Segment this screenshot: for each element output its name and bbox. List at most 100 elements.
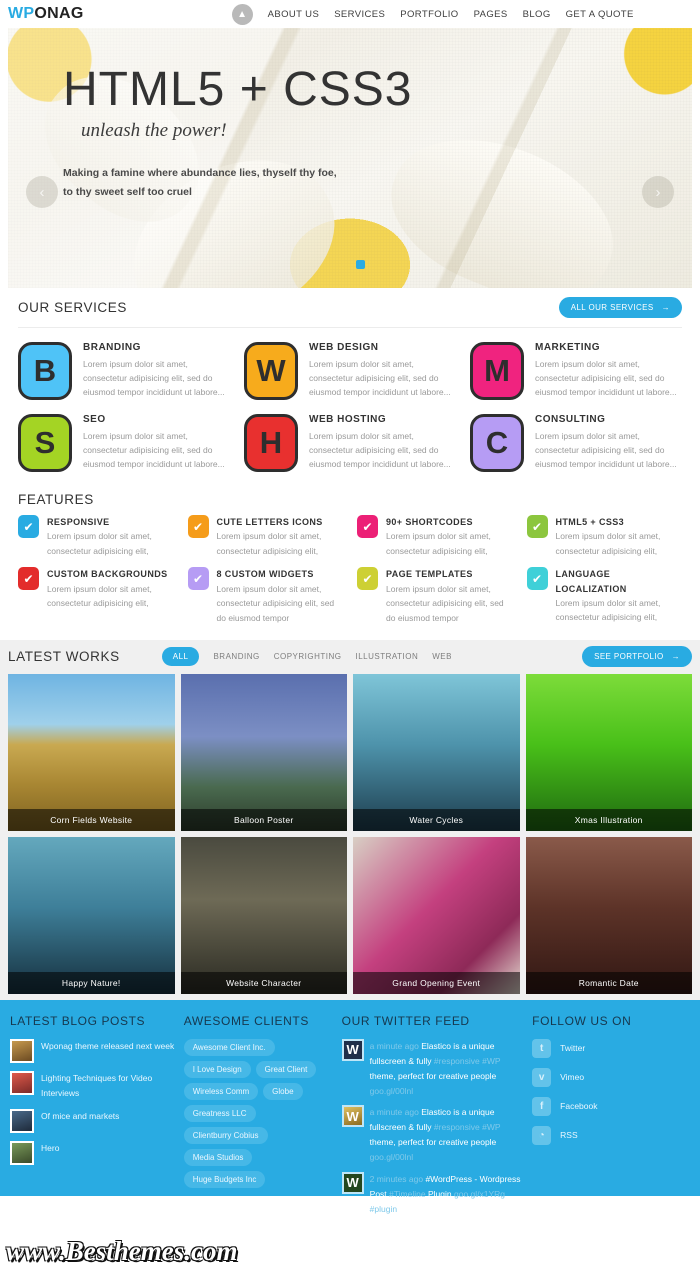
feature-name: 90+ SHORTCODES: [386, 517, 473, 527]
filter-copyrighting[interactable]: COPYRIGHTING: [274, 652, 342, 661]
client-tag[interactable]: Great Client: [255, 1060, 317, 1078]
slider-prev-arrow-icon[interactable]: ‹: [26, 176, 58, 208]
social-link-twitter[interactable]: t Twitter: [532, 1038, 690, 1058]
tweet-time: 2 minutes ago: [369, 1173, 424, 1184]
logo-part-1: WP: [8, 5, 35, 22]
nav-item-portfolio[interactable]: PORTFOLIO: [400, 9, 458, 20]
nav-item-get-a-quote[interactable]: GET A QUOTE: [566, 9, 634, 20]
blog-thumbnail: [10, 1070, 34, 1095]
feature-description: Lorem ipsum dolor sit amet, consectetur …: [47, 531, 152, 556]
work-item[interactable]: Romantic Date: [525, 836, 692, 994]
client-tag[interactable]: Greatness LLC: [183, 1104, 256, 1122]
service-description: Lorem ipsum dolor sit amet, consectetur …: [309, 431, 451, 470]
service-item[interactable]: M MARKETING Lorem ipsum dolor sit amet, …: [470, 342, 682, 400]
work-item[interactable]: Happy Nature!: [8, 836, 175, 994]
service-item[interactable]: W WEB DESIGN Lorem ipsum dolor sit amet,…: [244, 342, 456, 400]
tweet-hashtags[interactable]: #Timeline: [389, 1189, 426, 1199]
home-icon[interactable]: ▲: [231, 3, 253, 25]
feature-name: HTML5 + CSS3: [555, 517, 625, 527]
work-item[interactable]: Balloon Poster: [180, 673, 347, 831]
nav-item-blog[interactable]: BLOG: [523, 9, 551, 20]
client-tag[interactable]: Awesome Client Inc.: [183, 1038, 275, 1056]
service-item[interactable]: H WEB HOSTING Lorem ipsum dolor sit amet…: [244, 414, 456, 472]
feature-name: LANGUAGE LOCALIZATION: [555, 569, 627, 594]
social-link-vimeo[interactable]: v Vimeo: [532, 1067, 690, 1087]
feature-description: Lorem ipsum dolor sit amet, consectetur …: [216, 531, 322, 556]
social-link-rss[interactable]: ◔ RSS: [532, 1125, 690, 1145]
features-title: FEATURES: [18, 492, 94, 507]
nav-item-pages[interactable]: PAGES: [474, 9, 508, 20]
filter-branding[interactable]: BRANDING: [213, 652, 259, 661]
all-our-services-button[interactable]: ALL OUR SERVICES →: [558, 297, 682, 318]
tweet-hashtags[interactable]: #responsive #WP: [434, 1122, 500, 1132]
service-item[interactable]: B BRANDING Lorem ipsum dolor sit amet, c…: [18, 342, 230, 400]
check-icon: ✔: [526, 515, 548, 538]
blog-item-title: Lighting Techniques for Video Interviews: [41, 1072, 153, 1098]
services-grid: B BRANDING Lorem ipsum dolor sit amet, c…: [18, 328, 682, 486]
works-filters: ALL BRANDING COPYRIGHTING ILLUSTRATION W…: [161, 647, 452, 667]
blog-thumbnail: [10, 1038, 34, 1063]
tweet-link[interactable]: goo.gl/00lnl: [370, 1152, 413, 1162]
service-name: CONSULTING: [535, 414, 606, 425]
social-link-facebook[interactable]: f Facebook: [532, 1096, 690, 1116]
hero-subtitle: unleash the power!: [81, 120, 227, 141]
client-tag[interactable]: Media Studios: [183, 1148, 253, 1166]
check-icon: ✔: [526, 567, 548, 591]
tweet-link[interactable]: goo.gl/00lnl: [370, 1086, 413, 1096]
work-item[interactable]: Water Cycles: [353, 673, 520, 831]
client-tag[interactable]: Huge Budgets Inc: [183, 1170, 266, 1188]
feature-item: ✔ PAGE TEMPLATES Lorem ipsum dolor sit a…: [357, 567, 513, 625]
letter-icon-m: M: [470, 342, 524, 400]
slider-next-arrow-icon[interactable]: ›: [642, 176, 674, 208]
client-tag[interactable]: Wireless Comm: [183, 1082, 259, 1100]
filter-all[interactable]: ALL: [161, 647, 200, 667]
feature-item: ✔ CUSTOM BACKGROUNDS Lorem ipsum dolor s…: [18, 567, 174, 625]
client-tag[interactable]: Globe: [263, 1082, 303, 1100]
social-label: Twitter: [560, 1043, 586, 1054]
client-tag[interactable]: Clientburry Cobius: [183, 1126, 268, 1144]
arrow-right-icon: →: [661, 303, 670, 312]
check-icon: ✔: [187, 567, 209, 591]
feature-name: 8 CUSTOM WIDGETS: [216, 569, 314, 580]
letter-icon-h: H: [244, 414, 298, 472]
works-grid: Corn Fields Website Balloon Poster Water…: [8, 673, 692, 994]
feature-item: ✔ LANGUAGE LOCALIZATION Lorem ipsum dolo…: [526, 567, 683, 625]
feature-name: CUSTOM BACKGROUNDS: [47, 569, 168, 580]
see-portfolio-button[interactable]: SEE PORTFOLIO →: [582, 646, 692, 668]
logo-part-2: ON: [34, 5, 59, 22]
social-label: Facebook: [560, 1101, 598, 1112]
tweet-text: a minute ago Elastico is a unique fullsc…: [370, 1039, 525, 1099]
nav-item-services[interactable]: SERVICES: [334, 9, 385, 20]
blog-list-item[interactable]: Hero: [10, 1140, 176, 1165]
client-tag[interactable]: I Love Design: [183, 1060, 251, 1078]
feature-item: ✔ CUTE LETTERS ICONS Lorem ipsum dolor s…: [187, 515, 344, 558]
site-logo[interactable]: WPONAG: [8, 5, 84, 23]
vimeo-icon: v: [532, 1067, 552, 1087]
blog-list-item[interactable]: Wponag theme released next week: [10, 1038, 176, 1063]
filter-web[interactable]: WEB: [432, 652, 452, 661]
feature-name: RESPONSIVE: [47, 517, 110, 527]
feature-description: Lorem ipsum dolor sit amet, consectetur …: [555, 531, 661, 556]
service-item[interactable]: C CONSULTING Lorem ipsum dolor sit amet,…: [470, 414, 682, 472]
tweet-hashtags[interactable]: #responsive #WP: [434, 1056, 500, 1066]
site-footer: LATEST BLOG POSTS Wponag theme released …: [0, 999, 700, 1214]
work-item[interactable]: Website Character: [180, 836, 347, 994]
work-item[interactable]: Xmas Illustration: [525, 673, 692, 831]
work-item[interactable]: Corn Fields Website: [8, 673, 175, 831]
wordpress-icon: W: [341, 1105, 364, 1128]
hero-description-line-1: Making a famine where abundance lies, th…: [63, 167, 337, 179]
footer-twitter-column: OUR TWITTER FEED W a minute ago Elastico…: [341, 1014, 525, 1214]
service-name: WEB DESIGN: [309, 342, 379, 353]
work-item[interactable]: Grand Opening Event: [353, 836, 520, 994]
social-label: Vimeo: [560, 1072, 585, 1083]
hero-description: Making a famine where abundance lies, th…: [63, 164, 692, 203]
filter-illustration[interactable]: ILLUSTRATION: [355, 652, 418, 661]
hero-description-line-2: to thy sweet self too cruel: [63, 186, 192, 199]
service-item[interactable]: S SEO Lorem ipsum dolor sit amet, consec…: [18, 414, 230, 472]
blog-list-item[interactable]: Lighting Techniques for Video Interviews: [10, 1070, 176, 1101]
services-section: OUR SERVICES ALL OUR SERVICES → B BRANDI…: [8, 288, 692, 634]
blog-list-item[interactable]: Of mice and markets: [10, 1108, 176, 1133]
slider-dot-indicator[interactable]: [356, 260, 365, 269]
services-title: OUR SERVICES: [18, 300, 127, 315]
nav-item-about-us[interactable]: ABOUT US: [268, 9, 320, 20]
